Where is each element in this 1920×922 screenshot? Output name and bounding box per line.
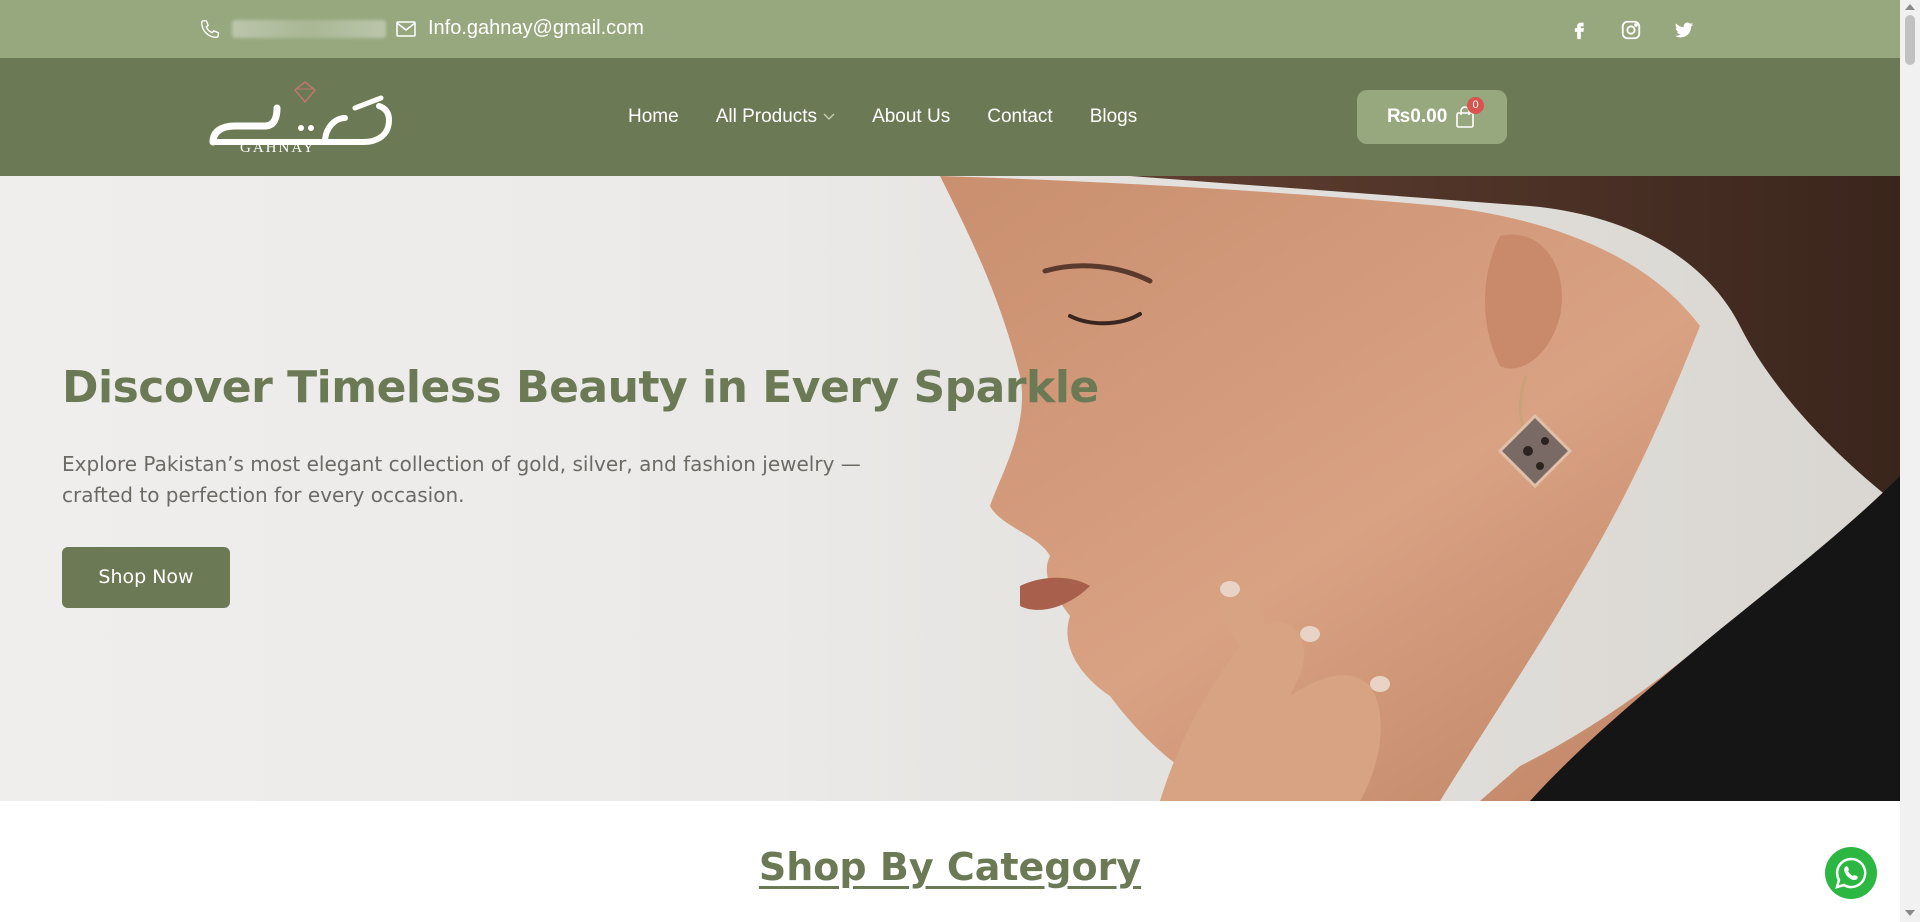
hero-banner: Discover Timeless Beauty in Every Sparkl… — [0, 176, 1900, 801]
nav-all-products[interactable]: All Products — [716, 106, 835, 128]
mail-icon — [396, 21, 416, 37]
phone-icon — [201, 20, 219, 38]
hero-title: Discover Timeless Beauty in Every Sparkl… — [62, 362, 1099, 413]
nav-blogs[interactable]: Blogs — [1090, 106, 1138, 128]
twitter-icon[interactable] — [1673, 19, 1695, 41]
hero-subtitle: Explore Pakistan’s most elegant collecti… — [62, 452, 861, 507]
shop-now-button[interactable]: Shop Now — [62, 547, 230, 608]
scrollbar-thumb[interactable] — [1905, 15, 1915, 65]
facebook-icon[interactable] — [1568, 19, 1590, 41]
instagram-icon[interactable] — [1620, 19, 1642, 41]
shop-by-category-title: Shop By Category — [758, 845, 1142, 889]
logo-text: GAHNAY — [240, 140, 316, 156]
main-nav: Home All Products About Us Contact Blogs — [628, 58, 1174, 176]
chevron-down-icon — [823, 113, 835, 120]
cart-count-badge: 0 — [1467, 97, 1484, 114]
site-header: GAHNAY Home All Products About Us Contac… — [0, 58, 1900, 176]
contact-email[interactable]: Info.gahnay@gmail.com — [428, 17, 644, 40]
phone-number-blurred — [232, 20, 386, 38]
scroll-down-arrow[interactable] — [1905, 910, 1915, 916]
whatsapp-button[interactable] — [1825, 847, 1877, 899]
site-logo[interactable]: GAHNAY — [205, 78, 405, 158]
cart-total: ₨0.00 — [1387, 106, 1448, 127]
cart-button[interactable]: ₨0.00 — [1357, 90, 1507, 144]
whatsapp-icon — [1835, 857, 1867, 889]
nav-about-us[interactable]: About Us — [872, 106, 950, 128]
scroll-up-arrow[interactable] — [1905, 4, 1915, 10]
nav-contact[interactable]: Contact — [987, 106, 1052, 128]
top-contact-bar: Info.gahnay@gmail.com — [0, 0, 1900, 58]
hero-model-image — [940, 176, 1900, 801]
nav-all-products-label: All Products — [715, 106, 818, 127]
nav-home[interactable]: Home — [628, 106, 679, 128]
page-scrollbar[interactable] — [1900, 0, 1920, 922]
